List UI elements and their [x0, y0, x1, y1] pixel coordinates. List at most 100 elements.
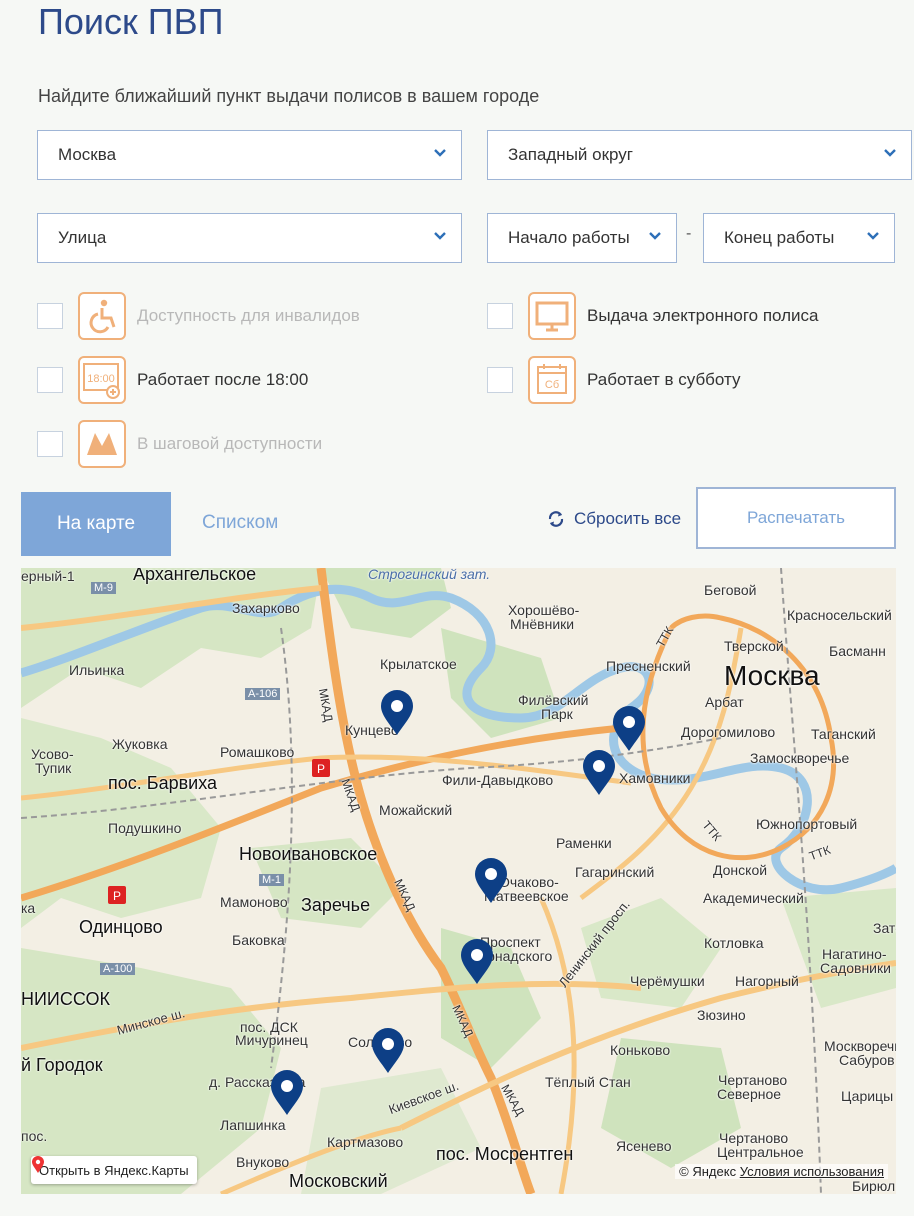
- electronic-policy-label: Выдача электронного полиса: [587, 306, 819, 325]
- time-range-dash: -: [686, 225, 692, 242]
- map-label: Картмазово: [327, 1134, 404, 1150]
- map-pin-icon[interactable]: [269, 1069, 305, 1117]
- map-label: Северное: [717, 1086, 782, 1102]
- reset-label: Сбросить все: [574, 509, 682, 528]
- map-label: Заречье: [301, 895, 371, 915]
- map-label: Южнопортовый: [756, 816, 858, 832]
- map-label: Дорогомилово: [681, 724, 776, 740]
- map-label: Тёплый Стан: [545, 1074, 631, 1090]
- disabled-access-label: Доступность для инвалидов: [137, 306, 360, 325]
- map-label: Крылатское: [380, 656, 457, 672]
- city-select[interactable]: Москва: [37, 130, 462, 180]
- chevron-down-icon: [434, 149, 446, 157]
- saturday-checkbox[interactable]: [487, 367, 513, 393]
- map-pin-icon[interactable]: [370, 1027, 406, 1075]
- clock-icon: 18:00: [78, 356, 126, 404]
- map-pin-icon[interactable]: [379, 689, 415, 737]
- road-badge-a100: A-100: [100, 963, 136, 975]
- map-label: Подушкино: [108, 820, 182, 836]
- map-label: Внуково: [236, 1154, 290, 1170]
- page-title: Поиск ПВП: [38, 1, 224, 42]
- map-pin-icon[interactable]: [611, 705, 647, 753]
- street-select[interactable]: Улица: [37, 213, 462, 263]
- chevron-down-icon: [649, 232, 661, 240]
- map-label: Сабуров: [839, 1052, 895, 1068]
- road-badge-m1: M-1: [259, 874, 284, 886]
- map-label: Тверской: [724, 638, 784, 654]
- map-label: Академический: [703, 890, 804, 906]
- district-select-value: Западный округ: [508, 145, 633, 164]
- work-start-select[interactable]: Начало работы: [487, 213, 677, 263]
- map-label: Царицы: [841, 1088, 894, 1104]
- map-label: Ясенево: [616, 1138, 672, 1154]
- chevron-down-icon: [884, 149, 896, 157]
- map-label: Центральное: [717, 1144, 804, 1160]
- map-label: Зате: [873, 920, 896, 936]
- electronic-policy-checkbox[interactable]: [487, 303, 513, 329]
- map-label: Басманн: [829, 643, 886, 659]
- after-18-checkbox[interactable]: [37, 367, 63, 393]
- map-label: пос. Мосрентген: [436, 1144, 574, 1164]
- map-pin-icon[interactable]: [581, 749, 617, 797]
- open-in-yandex-maps-button[interactable]: Открыть в Яндекс.Карты: [31, 1156, 197, 1184]
- map-pin-icon[interactable]: [473, 857, 509, 905]
- reset-button[interactable]: Сбросить все: [546, 509, 681, 529]
- work-end-value: Конец работы: [724, 228, 835, 247]
- page-subtitle: Найдите ближайший пункт выдачи полисов в…: [38, 86, 540, 106]
- disabled-access-checkbox[interactable]: [37, 303, 63, 329]
- map-label: Раменки: [556, 835, 612, 851]
- work-end-select[interactable]: Конец работы: [703, 213, 895, 263]
- map-label: Ромашково: [220, 744, 295, 760]
- road-badge-m9: M-9: [91, 582, 116, 594]
- map-label: Замоскворечье: [750, 750, 850, 766]
- map-label: Зюзино: [697, 1007, 746, 1023]
- map-label: ерный-1: [21, 568, 75, 584]
- map-label: Садовники: [820, 960, 891, 976]
- map-label: Баковка: [232, 932, 285, 948]
- map-label: Ильинка: [69, 662, 125, 678]
- street-select-value: Улица: [58, 228, 107, 247]
- map-label: Таганский: [811, 726, 876, 742]
- clock-icon-text: 18:00: [87, 373, 115, 385]
- map-label: Черёмушки: [630, 973, 705, 989]
- print-button[interactable]: Распечатать: [696, 487, 896, 549]
- map-pin-icon[interactable]: [459, 938, 495, 986]
- map-label: Гагаринский: [575, 864, 655, 880]
- map-marker-icon: [32, 1156, 44, 1173]
- map-label: Красносельский: [787, 607, 892, 623]
- map-label: Донской: [713, 862, 768, 878]
- map-label: Лапшинка: [220, 1117, 286, 1133]
- metro-station-icon: P: [108, 886, 126, 904]
- chevron-down-icon: [867, 232, 879, 240]
- map-label: Беговой: [704, 582, 757, 598]
- map-view[interactable]: M-9 A-106 M-1 A-100 ерный-1 Архангельско…: [21, 568, 896, 1194]
- map-label: й Городок: [21, 1055, 103, 1075]
- road-badge-a106: A-106: [245, 688, 281, 700]
- refresh-icon: [548, 511, 564, 527]
- map-label: Мнёвники: [510, 616, 575, 632]
- work-start-value: Начало работы: [508, 228, 630, 247]
- calendar-icon-text: Сб: [545, 379, 559, 391]
- map-label: Мамоново: [220, 894, 288, 910]
- map-label: Хамовники: [619, 770, 691, 786]
- monitor-icon: [528, 292, 576, 340]
- wheelchair-icon: [78, 292, 126, 340]
- district-select[interactable]: Западный округ: [487, 130, 912, 180]
- map-label: Строгинский зат.: [368, 568, 491, 582]
- terms-link[interactable]: Условия использования: [740, 1164, 884, 1179]
- map-label: Одинцово: [79, 917, 163, 937]
- svg-text:P: P: [113, 889, 121, 903]
- tab-list[interactable]: Списком: [202, 512, 278, 534]
- chevron-down-icon: [434, 232, 446, 240]
- saturday-label: Работает в субботу: [587, 370, 741, 389]
- walking-checkbox[interactable]: [37, 431, 63, 457]
- map-label: Мичуринец: [235, 1032, 308, 1048]
- map-label: Новоивановское: [239, 844, 378, 864]
- map-label: пос. Барвиха: [108, 773, 218, 793]
- map-label: пос.: [21, 1128, 48, 1144]
- map-label: ка: [21, 900, 36, 916]
- calendar-icon: Сб: [528, 356, 576, 404]
- city-select-value: Москва: [58, 145, 117, 164]
- tab-map[interactable]: На карте: [21, 492, 171, 556]
- map-label: Захарково: [232, 600, 300, 616]
